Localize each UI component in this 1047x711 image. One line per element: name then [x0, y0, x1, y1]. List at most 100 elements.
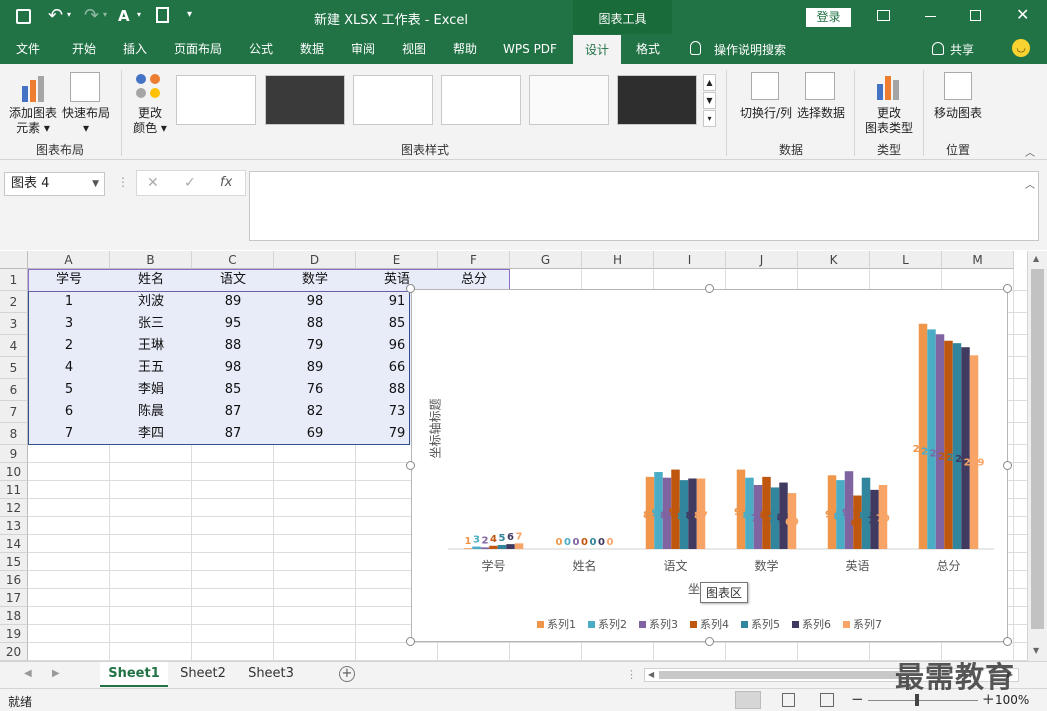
bar-系列7[interactable]: [514, 543, 524, 549]
row-header-8[interactable]: 8: [0, 423, 28, 445]
data-cell[interactable]: 89: [192, 291, 274, 313]
close-icon[interactable]: ✕: [1016, 5, 1029, 24]
chart-legend[interactable]: 系列1 系列2 系列3 系列4 系列5 系列6 系列7: [537, 614, 897, 634]
legend-item[interactable]: 系列5: [741, 616, 780, 632]
row-header-15[interactable]: 15: [0, 553, 28, 571]
row-header-14[interactable]: 14: [0, 535, 28, 553]
change-colors-icon[interactable]: [136, 74, 164, 102]
column-header-a[interactable]: A: [28, 251, 110, 269]
chart-style-6[interactable]: [617, 75, 697, 125]
page-layout-view-icon[interactable]: [782, 693, 795, 707]
sheet-tab-sheet2[interactable]: Sheet2: [170, 662, 236, 687]
tab-insert[interactable]: 插入: [114, 34, 156, 64]
select-all-corner[interactable]: [0, 251, 28, 269]
data-label[interactable]: 0: [598, 537, 605, 548]
data-label[interactable]: 0: [581, 537, 588, 548]
data-cell[interactable]: 王五: [110, 357, 192, 379]
zoom-slider[interactable]: [868, 700, 978, 701]
vertical-scrollbar[interactable]: ▲ ▼: [1027, 251, 1047, 661]
lightbulb-icon[interactable]: [690, 41, 701, 55]
data-cell[interactable]: 87: [192, 401, 274, 423]
select-data-icon[interactable]: [805, 72, 835, 100]
column-header-f[interactable]: F: [438, 251, 510, 269]
column-header-h[interactable]: H: [582, 251, 654, 269]
column-header-b[interactable]: B: [110, 251, 192, 269]
tab-split-handle-icon[interactable]: ⋮: [626, 668, 637, 681]
chart-style-4[interactable]: [441, 75, 521, 125]
format-dropdown-icon[interactable]: ▾: [137, 10, 141, 19]
move-chart-icon[interactable]: [944, 72, 972, 100]
row-header-20[interactable]: 20: [0, 643, 28, 661]
row-header-6[interactable]: 6: [0, 379, 28, 401]
row-header-4[interactable]: 4: [0, 335, 28, 357]
row-header-7[interactable]: 7: [0, 401, 28, 423]
category-label[interactable]: 语文: [663, 558, 687, 573]
redo-dropdown-icon[interactable]: ▾: [103, 10, 107, 19]
x-axis-title-partial[interactable]: 坐: [688, 580, 700, 597]
row-header-5[interactable]: 5: [0, 357, 28, 379]
change-chart-type-button[interactable]: 更改 图表类型: [858, 106, 920, 136]
gallery-scroll-up[interactable]: ▲: [703, 74, 716, 91]
bar-系列1[interactable]: [918, 323, 928, 549]
chart-style-5[interactable]: [529, 75, 609, 125]
data-label[interactable]: 0: [573, 537, 580, 548]
data-label[interactable]: 87: [694, 511, 708, 522]
data-label[interactable]: 6: [507, 532, 514, 543]
data-label[interactable]: 239: [964, 458, 985, 469]
move-chart-button[interactable]: 移动图表: [928, 106, 988, 121]
data-label[interactable]: 0: [556, 537, 563, 548]
row-header-12[interactable]: 12: [0, 499, 28, 517]
switch-row-column-button[interactable]: 切换行/列: [734, 106, 798, 121]
format-painter-icon[interactable]: A: [118, 7, 130, 25]
gallery-scroll-down[interactable]: ▼: [703, 92, 716, 109]
bar-系列4[interactable]: [489, 545, 498, 549]
data-cell[interactable]: 69: [274, 423, 356, 445]
column-header-l[interactable]: L: [870, 251, 942, 269]
insert-function-icon[interactable]: fx: [220, 175, 232, 190]
formula-drag-handle-icon[interactable]: ⋮: [117, 175, 129, 189]
data-cell[interactable]: 98: [192, 357, 274, 379]
resize-handle-e[interactable]: [1003, 461, 1012, 470]
tab-file[interactable]: 文件: [8, 34, 48, 64]
data-cell[interactable]: 87: [192, 423, 274, 445]
data-cell[interactable]: 张三: [110, 313, 192, 335]
row-header-1[interactable]: 1: [0, 269, 28, 291]
normal-view-icon[interactable]: [735, 691, 761, 709]
row-header-18[interactable]: 18: [0, 607, 28, 625]
resize-handle-ne[interactable]: [1003, 284, 1012, 293]
tab-formulas[interactable]: 公式: [240, 34, 282, 64]
scroll-down-icon[interactable]: ▼: [1033, 646, 1039, 655]
sheet-tab-sheet1[interactable]: Sheet1: [100, 662, 168, 687]
category-label[interactable]: 数学: [754, 558, 778, 573]
scroll-thumb[interactable]: [1031, 269, 1044, 629]
legend-item[interactable]: 系列4: [690, 616, 729, 632]
category-label[interactable]: 姓名: [572, 558, 596, 573]
data-cell[interactable]: 95: [192, 313, 274, 335]
data-cell[interactable]: 刘波: [110, 291, 192, 313]
data-cell[interactable]: 82: [274, 401, 356, 423]
confirm-entry-icon[interactable]: ✓: [184, 175, 196, 191]
resize-handle-s[interactable]: [705, 637, 714, 646]
hscroll-left-icon[interactable]: ◀: [648, 670, 654, 679]
bar-系列5[interactable]: [952, 343, 962, 549]
data-cell[interactable]: 5: [28, 379, 110, 401]
column-header-m[interactable]: M: [942, 251, 1014, 269]
quick-layout-icon[interactable]: [70, 72, 100, 102]
header-cell[interactable]: 英语: [356, 269, 438, 291]
data-label[interactable]: 3: [473, 535, 480, 546]
data-cell[interactable]: 4: [28, 357, 110, 379]
undo-icon[interactable]: ↶: [48, 5, 63, 26]
zoom-out-icon[interactable]: −: [851, 690, 864, 708]
tab-home[interactable]: 开始: [62, 34, 106, 64]
data-label[interactable]: 69: [785, 517, 799, 528]
tab-review[interactable]: 审阅: [342, 34, 384, 64]
tab-design[interactable]: 设计: [573, 35, 621, 64]
bar-系列6[interactable]: [961, 347, 970, 549]
customize-qat-icon[interactable]: ▾: [187, 9, 192, 20]
data-cell[interactable]: 85: [192, 379, 274, 401]
resize-handle-w[interactable]: [406, 461, 415, 470]
legend-item[interactable]: 系列1: [537, 616, 576, 632]
row-header-13[interactable]: 13: [0, 517, 28, 535]
header-cell[interactable]: 学号: [28, 269, 110, 291]
collapse-ribbon-icon[interactable]: ︿: [1025, 144, 1035, 159]
